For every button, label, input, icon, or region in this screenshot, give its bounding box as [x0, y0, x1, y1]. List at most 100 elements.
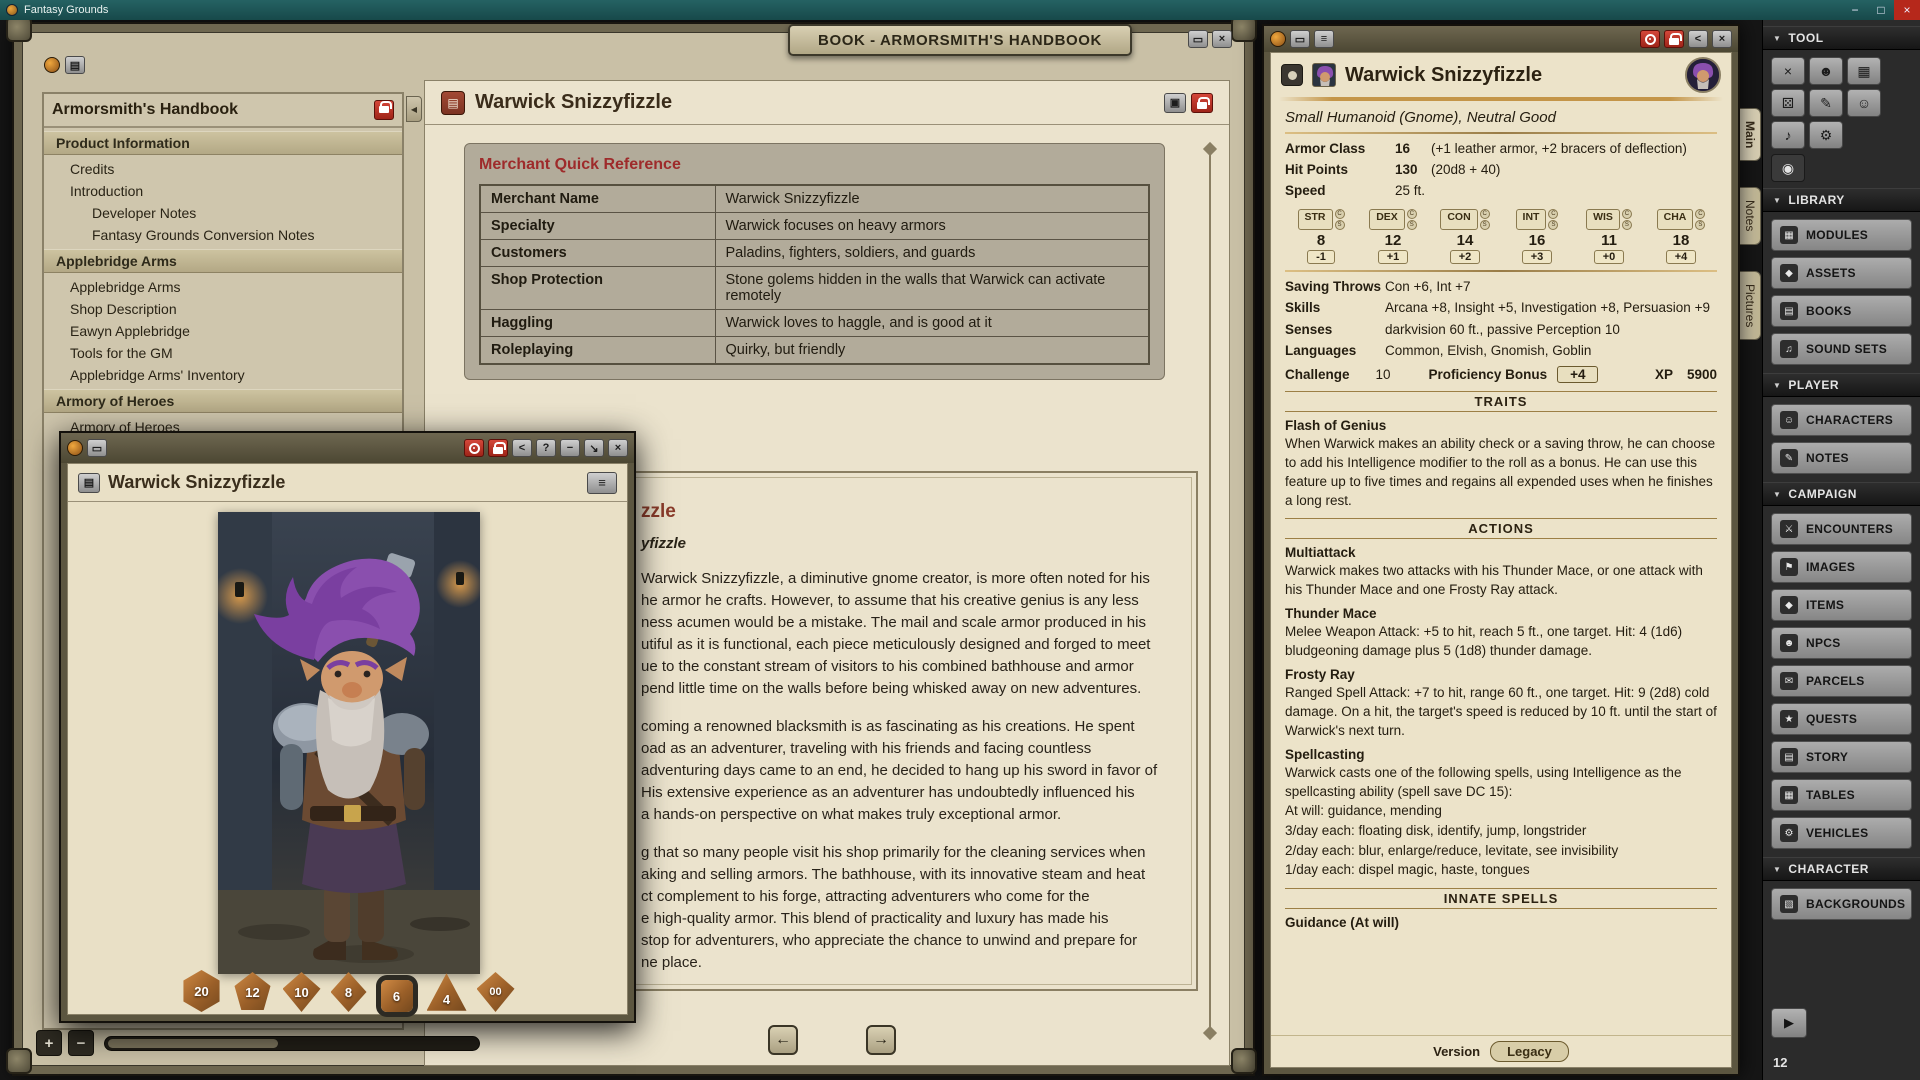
toc-entry[interactable]: Developer Notes: [44, 202, 402, 224]
tool-button[interactable]: ×: [1771, 57, 1805, 85]
toc-entry[interactable]: Credits: [44, 158, 402, 180]
action-name[interactable]: Frosty Ray: [1285, 667, 1717, 682]
lock-button[interactable]: [1664, 30, 1684, 48]
sidebar-button[interactable]: ▤ BOOKS: [1771, 295, 1912, 327]
action-name[interactable]: Spellcasting: [1285, 747, 1717, 762]
fantasy-grounds-logo-icon[interactable]: [1270, 31, 1286, 47]
share-button[interactable]: <: [512, 439, 532, 457]
ability-name-chip[interactable]: INT: [1516, 209, 1547, 230]
die[interactable]: 12: [233, 972, 273, 1012]
toc-entry[interactable]: Shop Description: [44, 298, 402, 320]
scrollbar-thumb[interactable]: [108, 1039, 278, 1048]
action-name[interactable]: Thunder Mace: [1285, 606, 1717, 621]
toc-entry[interactable]: Introduction: [44, 180, 402, 202]
sidebar-button[interactable]: ✉ PARCELS: [1771, 665, 1912, 697]
book-window-mode-icon[interactable]: ▭: [1188, 30, 1208, 48]
chat-icon[interactable]: ≡: [1314, 30, 1334, 48]
sidebar-button[interactable]: ☺ CHARACTERS: [1771, 404, 1912, 436]
version-value-badge[interactable]: Legacy: [1490, 1041, 1569, 1062]
sidebar-section-library[interactable]: ▼ LIBRARY: [1763, 188, 1920, 212]
die[interactable]: 20: [181, 970, 223, 1012]
ability-name-chip[interactable]: CHA: [1657, 209, 1694, 230]
ability-check-roll-button[interactable]: C: [1695, 209, 1705, 219]
toc-horizontal-scrollbar[interactable]: [104, 1036, 480, 1051]
npc-tab[interactable]: Notes: [1740, 187, 1761, 244]
ability-check-roll-button[interactable]: C: [1548, 209, 1558, 219]
ability-check-roll-button[interactable]: C: [1335, 209, 1345, 219]
ability-check-roll-button[interactable]: C: [1622, 209, 1632, 219]
tool-button[interactable]: ▦: [1847, 57, 1881, 85]
sidebar-section-tool[interactable]: ▼ TOOL: [1763, 26, 1920, 50]
sidebar-button[interactable]: ▦ MODULES: [1771, 219, 1912, 251]
image-menu-button[interactable]: ≡: [587, 472, 617, 494]
play-button[interactable]: ▶: [1771, 1008, 1807, 1038]
tool-button[interactable]: ☺: [1847, 89, 1881, 117]
zoom-in-button[interactable]: +: [36, 1030, 62, 1056]
window-mode-icon[interactable]: ▭: [87, 439, 107, 457]
ability-modifier[interactable]: +2: [1450, 250, 1481, 264]
minimize-button[interactable]: −: [560, 439, 580, 457]
sidebar-button[interactable]: ▤ STORY: [1771, 741, 1912, 773]
toc-entry[interactable]: Applebridge Arms: [44, 249, 402, 273]
sidebar-button[interactable]: ⚑ IMAGES: [1771, 551, 1912, 583]
sidebar-button[interactable]: ⚙ VEHICLES: [1771, 817, 1912, 849]
toc-entry[interactable]: Applebridge Arms' Inventory: [44, 364, 402, 386]
npc-portrait-button[interactable]: [1685, 57, 1721, 93]
sidebar-button[interactable]: ▦ TABLES: [1771, 779, 1912, 811]
lock-button[interactable]: [488, 439, 508, 457]
fantasy-grounds-logo-icon[interactable]: [67, 440, 83, 456]
sidebar-button[interactable]: ☻ NPCS: [1771, 627, 1912, 659]
sidebar-button[interactable]: ◆ ASSETS: [1771, 257, 1912, 289]
ability-name-chip[interactable]: CON: [1440, 209, 1477, 230]
die[interactable]: 4: [427, 972, 467, 1012]
sidebar-section-campaign[interactable]: ▼ CAMPAIGN: [1763, 482, 1920, 506]
book-title-banner[interactable]: Book - Armorsmith's Handbook: [788, 24, 1132, 56]
book-index-icon[interactable]: ▤: [65, 56, 85, 74]
os-minimize-button[interactable]: −: [1842, 0, 1868, 20]
ability-save-roll-button[interactable]: S: [1480, 220, 1490, 230]
die[interactable]: 00: [477, 972, 515, 1012]
npc-tab[interactable]: Pictures: [1740, 271, 1761, 340]
tool-button[interactable]: ☻: [1809, 57, 1843, 85]
page-lock-button[interactable]: [1191, 93, 1213, 113]
share-button[interactable]: <: [1688, 30, 1708, 48]
proficiency-bonus-value[interactable]: +4: [1557, 366, 1598, 383]
zoom-out-button[interactable]: −: [68, 1030, 94, 1056]
tokens-button[interactable]: ◉: [1771, 154, 1805, 182]
innate-spell-name[interactable]: Guidance (At will): [1285, 915, 1717, 930]
ability-modifier[interactable]: +1: [1378, 250, 1409, 264]
ability-save-roll-button[interactable]: S: [1695, 220, 1705, 230]
toc-entry[interactable]: Armory of Heroes: [44, 389, 402, 413]
tool-button[interactable]: ⚄: [1771, 89, 1805, 117]
npc-thumbnail[interactable]: [1312, 63, 1336, 87]
close-button[interactable]: ×: [608, 439, 628, 457]
ability-modifier[interactable]: +4: [1666, 250, 1697, 264]
die[interactable]: 8: [331, 972, 367, 1012]
toc-entry[interactable]: Product Information: [44, 131, 402, 155]
pop-out-icon[interactable]: ▣: [1164, 93, 1186, 113]
fantasy-grounds-logo-icon[interactable]: [44, 57, 60, 73]
action-name[interactable]: Multiattack: [1285, 545, 1717, 560]
toc-lock-button[interactable]: [374, 100, 394, 120]
ability-modifier[interactable]: -1: [1307, 250, 1335, 264]
resize-button[interactable]: ↘: [584, 439, 604, 457]
sidebar-button[interactable]: ★ QUESTS: [1771, 703, 1912, 735]
sidebar-button[interactable]: ⚔ ENCOUNTERS: [1771, 513, 1912, 545]
sidebar-section-character[interactable]: ▼ CHARACTER: [1763, 857, 1920, 881]
ability-save-roll-button[interactable]: S: [1335, 220, 1345, 230]
toc-entry[interactable]: Applebridge Arms: [44, 276, 402, 298]
ability-modifier[interactable]: +3: [1522, 250, 1553, 264]
die[interactable]: 10: [283, 972, 321, 1012]
ability-name-chip[interactable]: WIS: [1586, 209, 1620, 230]
ability-save-roll-button[interactable]: S: [1407, 220, 1417, 230]
ability-name-chip[interactable]: STR: [1298, 209, 1333, 230]
sidebar-button[interactable]: ▧ BACKGROUNDS: [1771, 888, 1912, 920]
npc-token-icon[interactable]: [1281, 64, 1303, 86]
os-close-button[interactable]: ×: [1894, 0, 1920, 20]
sidebar-section-player[interactable]: ▼ PLAYER: [1763, 373, 1920, 397]
die[interactable]: 6: [381, 980, 413, 1012]
page-back-button[interactable]: ←: [768, 1025, 798, 1055]
ability-modifier[interactable]: +0: [1594, 250, 1625, 264]
window-mode-icon[interactable]: ▭: [1290, 30, 1310, 48]
sidebar-button[interactable]: ◆ ITEMS: [1771, 589, 1912, 621]
